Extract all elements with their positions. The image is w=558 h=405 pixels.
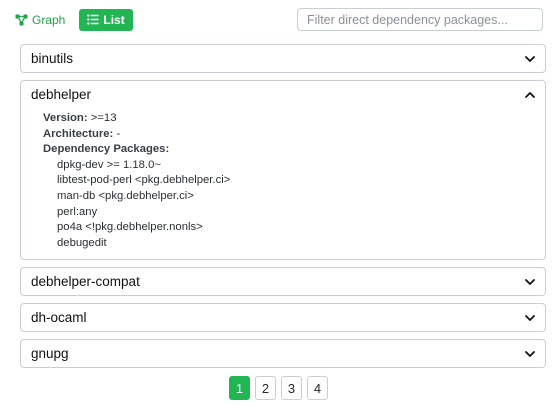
dependency-item: debugedit (57, 236, 107, 249)
package-name: debhelper-compat (31, 274, 140, 290)
dependency-item: libtest-pod-perl <pkg.debhelper.ci> (57, 174, 231, 187)
package-accordion: binutils debhelper Version: >=13 Archite… (20, 44, 546, 375)
package-header[interactable]: binutils (21, 45, 545, 72)
package-item-debhelper-compat: debhelper-compat (20, 267, 546, 297)
view-toggle: Graph List (15, 8, 133, 31)
dependency-item: man-db <pkg.debhelper.ci> (57, 189, 194, 202)
package-name: dh-ocaml (31, 310, 87, 326)
graph-view-label: Graph (32, 12, 66, 27)
dependency-list: dpkg-dev >= 1.18.0~ libtest-pod-perl <pk… (43, 158, 535, 252)
package-name: gnupg (31, 346, 69, 362)
architecture-label: Architecture: (43, 127, 114, 140)
chevron-up-icon (524, 89, 536, 101)
page-button-3[interactable]: 3 (281, 376, 302, 400)
dependency-packages-row: Dependency Packages: (43, 142, 535, 158)
chevron-down-icon (524, 312, 536, 324)
architecture-value: - (116, 127, 121, 140)
list-icon (87, 14, 99, 25)
filter-dependency-input[interactable] (297, 8, 543, 31)
dependency-item: dpkg-dev >= 1.18.0~ (57, 158, 161, 171)
package-name: binutils (31, 51, 74, 66)
page-button-1[interactable]: 1 (229, 376, 250, 400)
version-label: Version: (43, 112, 88, 124)
package-header[interactable]: dh-ocaml (21, 304, 545, 331)
package-item-dh-ocaml: dh-ocaml (20, 303, 546, 333)
package-header[interactable]: gnupg (21, 340, 545, 367)
chevron-down-icon (524, 348, 536, 360)
toolbar: Graph List (15, 8, 544, 31)
package-item-binutils: binutils (20, 44, 546, 73)
pagination: 1 2 3 4 (229, 376, 328, 400)
package-header[interactable]: debhelper-compat (21, 268, 545, 295)
dependency-view: Graph List binu (0, 0, 558, 405)
package-header[interactable]: debhelper (21, 81, 545, 108)
version-row: Version: >=13 (43, 111, 535, 127)
version-value: >=13 (90, 112, 117, 124)
chevron-down-icon (524, 276, 536, 288)
package-details: Version: >=13 Architecture: - Dependency… (21, 108, 545, 259)
package-item-gnupg: gnupg (20, 339, 546, 369)
dependency-item: po4a <!pkg.debhelper.nonls> (57, 221, 203, 234)
list-view-button[interactable]: List (79, 8, 133, 31)
graph-view-button[interactable]: Graph (15, 9, 71, 31)
dependency-item: perl:any (57, 205, 98, 218)
package-name: debhelper (31, 87, 92, 102)
architecture-row: Architecture: - (43, 127, 535, 143)
package-item-debhelper: debhelper Version: >=13 Architecture: - … (20, 80, 546, 261)
page-button-4[interactable]: 4 (307, 376, 328, 400)
list-view-label: List (103, 12, 125, 27)
graph-icon (15, 14, 28, 26)
chevron-down-icon (524, 53, 536, 65)
dependency-packages-label: Dependency Packages: (43, 143, 170, 156)
page-button-2[interactable]: 2 (255, 376, 276, 400)
